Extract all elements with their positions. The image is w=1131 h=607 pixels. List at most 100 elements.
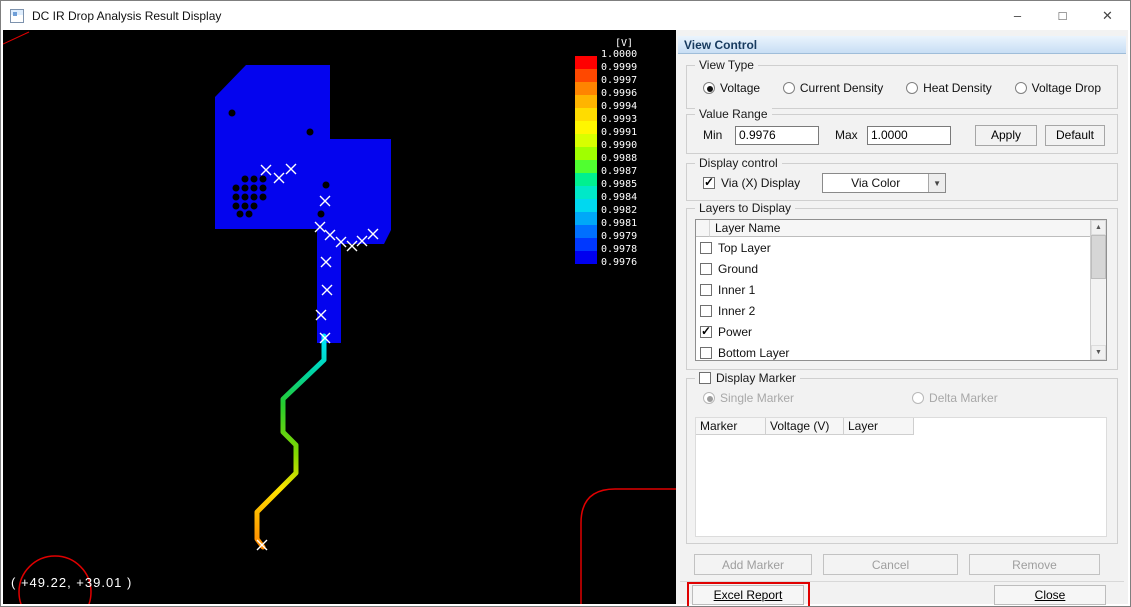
delta-marker-radio[interactable]: Delta Marker xyxy=(912,391,998,405)
legend-color-segment xyxy=(575,82,597,95)
scrollbar-thumb[interactable] xyxy=(1091,235,1106,279)
excel-report-button[interactable]: Excel Report xyxy=(692,585,804,605)
layer-row-inner-2[interactable]: Inner 2 xyxy=(696,300,1106,321)
maximize-button[interactable]: □ xyxy=(1040,1,1085,30)
pad-dot xyxy=(323,182,330,189)
radio-icon[interactable] xyxy=(783,82,795,94)
close-dialog-button[interactable]: Close xyxy=(994,585,1106,605)
display-marker-checkbox[interactable] xyxy=(699,372,711,384)
legend-color-segment xyxy=(575,95,597,108)
legend-value: 0.9988 xyxy=(601,153,637,166)
pad-dot xyxy=(237,211,244,218)
radio-icon[interactable] xyxy=(912,392,924,404)
cancel-button[interactable]: Cancel xyxy=(823,554,958,575)
max-input[interactable] xyxy=(867,126,951,145)
legend-value: 0.9981 xyxy=(601,218,637,231)
current-density-radio[interactable]: Current Density xyxy=(783,81,883,95)
scroll-down-icon[interactable]: ▼ xyxy=(1091,345,1106,360)
pad-dot xyxy=(260,194,267,201)
layer-list-header: Layer Name xyxy=(696,220,1090,237)
bottom-separator xyxy=(680,581,1124,582)
layer-checkbox[interactable] xyxy=(700,284,712,296)
layer-label: Power xyxy=(718,325,752,339)
layers-group-label: Layers to Display xyxy=(695,201,795,215)
radio-label: Current Density xyxy=(800,81,883,95)
pad-dot xyxy=(233,203,240,210)
layer-checkbox[interactable] xyxy=(700,326,712,338)
radio-icon[interactable] xyxy=(703,392,715,404)
legend-value: 0.9979 xyxy=(601,231,637,244)
layer-row-inner-1[interactable]: Inner 1 xyxy=(696,279,1106,300)
display-control-group: Display control Via (X) Display Via Colo… xyxy=(686,163,1118,201)
layer-label: Inner 1 xyxy=(718,283,755,297)
radio-icon[interactable] xyxy=(906,82,918,94)
add-marker-button[interactable]: Add Marker xyxy=(694,554,812,575)
legend-color-segment xyxy=(575,238,597,251)
radio-icon[interactable] xyxy=(1015,82,1027,94)
legend-value: 0.9996 xyxy=(601,88,637,101)
minimize-button[interactable]: – xyxy=(995,1,1040,30)
view-type-options: Voltage Current Density Heat Density Voltag… xyxy=(687,66,1117,108)
radio-label: Delta Marker xyxy=(929,391,998,405)
legend-unit-label: [V] xyxy=(615,38,633,49)
board-copper-shape xyxy=(215,65,391,343)
remove-button[interactable]: Remove xyxy=(969,554,1100,575)
legend-color-segment xyxy=(575,160,597,173)
layer-row-top-layer[interactable]: Top Layer xyxy=(696,237,1106,258)
layer-label: Inner 2 xyxy=(718,304,755,318)
voltage-radio[interactable]: Voltage xyxy=(703,81,760,95)
display-marker-group: Display Marker Single MarkerDelta Marker… xyxy=(686,378,1118,544)
view-type-group: View Type VoltageCurrent DensityHeat Den… xyxy=(686,65,1118,109)
min-input[interactable] xyxy=(735,126,819,145)
marker-buttons-row: Add Marker Cancel Remove xyxy=(694,554,1128,575)
default-button[interactable]: Default xyxy=(1045,125,1105,146)
title-bar: DC IR Drop Analysis Result Display – □ ✕ xyxy=(1,1,1130,30)
layer-checkbox[interactable] xyxy=(700,347,712,359)
marker-column-marker[interactable]: Marker xyxy=(696,418,766,435)
scroll-up-icon[interactable]: ▲ xyxy=(1091,220,1106,235)
legend-color-bar xyxy=(575,56,597,264)
layer-label: Ground xyxy=(718,262,758,276)
red-outline-streak xyxy=(3,32,29,44)
layer-rows: Top Layer Ground Inner 1 Inner 2 Power Bottom… xyxy=(696,237,1106,361)
value-range-group: Value Range Min Max Apply Default xyxy=(686,114,1118,154)
layer-checkbox[interactable] xyxy=(700,263,712,275)
marker-table-header: MarkerVoltage (V)Layer xyxy=(696,418,1106,435)
heat-density-radio[interactable]: Heat Density xyxy=(906,81,992,95)
bottom-buttons-row: Excel Report Close xyxy=(676,585,1128,607)
legend-color-segment xyxy=(575,121,597,134)
panel-header: View Control xyxy=(678,36,1126,54)
pad-dot xyxy=(307,129,314,136)
marker-column-voltage-v[interactable]: Voltage (V) xyxy=(766,418,844,435)
legend-color-segment xyxy=(575,147,597,160)
apply-button[interactable]: Apply xyxy=(975,125,1037,146)
pad-dot xyxy=(378,110,385,117)
legend-value: 0.9978 xyxy=(601,244,637,257)
dropdown-arrow-icon[interactable]: ▼ xyxy=(928,174,945,192)
legend-color-segment xyxy=(575,199,597,212)
single-marker-radio[interactable]: Single Marker xyxy=(703,391,794,405)
close-window-button[interactable]: ✕ xyxy=(1085,1,1130,30)
layer-row-power[interactable]: Power xyxy=(696,321,1106,342)
pad-dot xyxy=(260,176,267,183)
layer-list-scrollbar[interactable]: ▲ ▼ xyxy=(1090,220,1106,360)
layer-checkbox[interactable] xyxy=(700,305,712,317)
layer-row-bottom-layer[interactable]: Bottom Layer xyxy=(696,342,1106,361)
pad-dot xyxy=(260,185,267,192)
pad-dot xyxy=(242,176,249,183)
radio-label: Single Marker xyxy=(720,391,794,405)
radio-icon[interactable] xyxy=(703,82,715,94)
via-display-checkbox[interactable] xyxy=(703,177,715,189)
marker-column-layer[interactable]: Layer xyxy=(844,418,914,435)
pad-dot xyxy=(251,203,258,210)
layer-label: Bottom Layer xyxy=(718,346,789,360)
dc-ir-drop-window: DC IR Drop Analysis Result Display – □ ✕… xyxy=(0,0,1131,607)
layer-name-column-header[interactable]: Layer Name xyxy=(710,220,1090,237)
via-color-dropdown[interactable]: Via Color ▼ xyxy=(822,173,946,193)
legend-value: 0.9999 xyxy=(601,62,637,75)
result-canvas[interactable]: [V] 1.00000.99990.99970.99960.99940.9993… xyxy=(3,30,676,604)
legend-value: 0.9985 xyxy=(601,179,637,192)
layer-checkbox[interactable] xyxy=(700,242,712,254)
layer-row-ground[interactable]: Ground xyxy=(696,258,1106,279)
voltage-drop-radio[interactable]: Voltage Drop xyxy=(1015,81,1101,95)
